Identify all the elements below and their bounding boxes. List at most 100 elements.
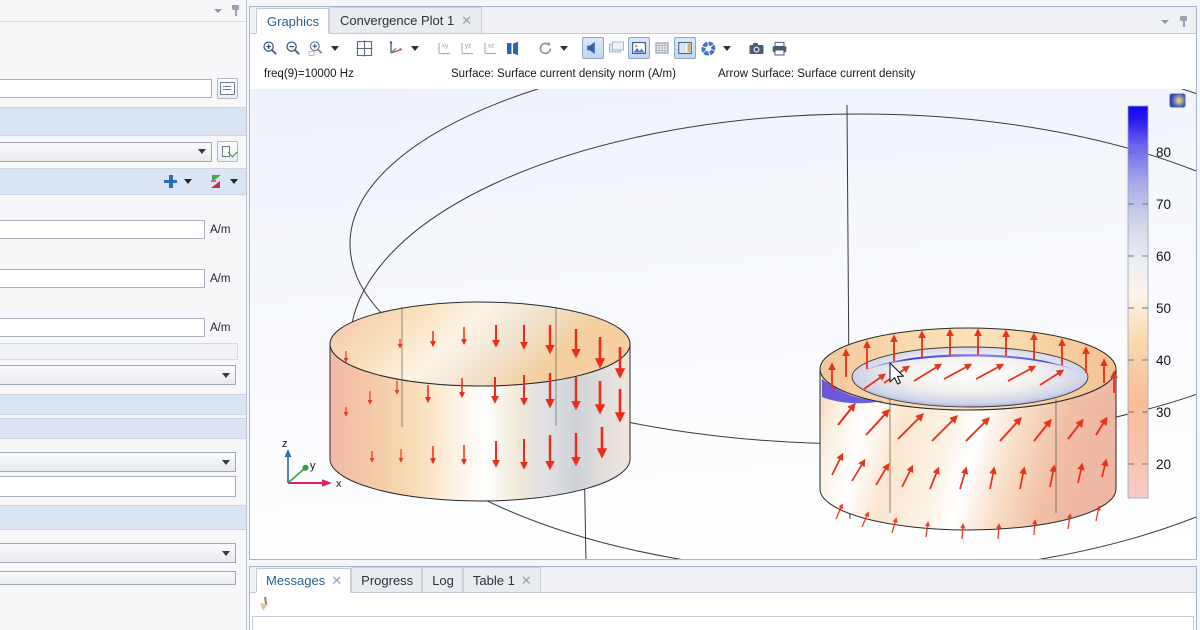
color-legend-icon xyxy=(677,40,693,56)
messages-toolbar xyxy=(250,593,1196,616)
tab-table-1[interactable]: Table 1 ✕ xyxy=(463,567,541,592)
option-select-1[interactable] xyxy=(0,365,236,385)
spacer xyxy=(0,563,246,571)
scene-snapshot-button[interactable] xyxy=(745,37,767,59)
chevron-down-icon xyxy=(560,46,568,51)
zoom-in-icon xyxy=(262,40,278,56)
transparency-button[interactable] xyxy=(697,37,719,59)
colorbar-tick-40: 40 xyxy=(1156,353,1171,368)
label-note-button[interactable] xyxy=(217,78,238,99)
select-row-1 xyxy=(0,365,246,385)
tab-messages[interactable]: Messages ✕ xyxy=(256,568,351,593)
view-orthographic-icon xyxy=(505,40,522,57)
list-select-icon xyxy=(222,146,234,158)
spacer xyxy=(0,439,246,452)
close-icon[interactable]: ✕ xyxy=(521,574,532,587)
plot-canvas[interactable]: z x y xyxy=(250,89,1196,559)
select-row-4 xyxy=(0,571,246,585)
add-button[interactable] xyxy=(163,174,178,189)
image-snapshot-button[interactable] xyxy=(628,37,650,59)
scene-light-icon xyxy=(585,40,601,56)
add-caret-icon[interactable] xyxy=(184,179,192,184)
tab-progress-label: Progress xyxy=(361,573,413,588)
value-input-3[interactable] xyxy=(0,318,205,337)
plot-scene: z x y xyxy=(250,89,1196,559)
tab-log[interactable]: Log xyxy=(422,567,463,592)
section-header-data[interactable] xyxy=(0,107,246,136)
go-to-yz-view-button[interactable]: yz xyxy=(456,37,478,59)
clear-messages-icon[interactable] xyxy=(257,596,274,613)
colorbar-tick-30: 30 xyxy=(1156,405,1171,420)
section-header-coloring[interactable] xyxy=(0,394,246,415)
go-to-zx-view-button[interactable]: xz xyxy=(479,37,501,59)
option-select-2[interactable] xyxy=(0,452,236,472)
close-icon[interactable]: ✕ xyxy=(461,14,472,27)
flag-caret-icon[interactable] xyxy=(230,179,238,184)
note-icon xyxy=(220,82,235,95)
zoom-extents-dropdown[interactable] xyxy=(328,37,341,59)
view-orthographic-button[interactable] xyxy=(502,37,524,59)
color-legend-button[interactable] xyxy=(674,37,696,59)
pin-icon[interactable] xyxy=(1179,16,1188,27)
transparency-refresh-icon xyxy=(537,40,554,57)
option-select-4[interactable] xyxy=(0,571,236,585)
chevron-down-icon[interactable] xyxy=(214,9,222,13)
label-input[interactable] xyxy=(0,79,212,98)
messages-tabstrip: Messages ✕ Progress Log Table 1 ✕ xyxy=(250,567,1196,593)
zoom-out-button[interactable] xyxy=(282,37,304,59)
spacer xyxy=(0,239,246,269)
image-snapshot-icon xyxy=(631,40,647,56)
graphics-tabstrip: Graphics Convergence Plot 1 ✕ xyxy=(250,7,1196,34)
go-to-xy-view-button[interactable]: xy xyxy=(433,37,455,59)
zoom-extents-button[interactable] xyxy=(305,37,327,59)
colorbar-tick-80: 80 xyxy=(1156,145,1171,160)
graphics-tabstrip-controls xyxy=(1161,16,1196,33)
zoom-box-button[interactable] xyxy=(353,37,375,59)
chevron-down-icon xyxy=(222,551,230,556)
scene-light-button[interactable] xyxy=(582,37,604,59)
messages-panel: Messages ✕ Progress Log Table 1 ✕ xyxy=(249,566,1197,630)
go-to-xy-view-icon: xy xyxy=(436,40,453,57)
zoom-in-button[interactable] xyxy=(259,37,281,59)
go-to-default-view-button[interactable] xyxy=(385,37,407,59)
print-button[interactable] xyxy=(768,37,790,59)
tab-convergence-plot-1[interactable]: Convergence Plot 1 ✕ xyxy=(329,7,482,33)
zoom-box-icon xyxy=(356,40,373,57)
readonly-field xyxy=(0,343,238,360)
section-header-quality[interactable] xyxy=(0,505,246,530)
mesh-grid-button[interactable] xyxy=(651,37,673,59)
tab-graphics[interactable]: Graphics xyxy=(256,8,329,34)
left-coil xyxy=(330,302,630,501)
messages-content[interactable] xyxy=(252,616,1194,630)
option-select-3[interactable] xyxy=(0,543,236,563)
section-header-style[interactable] xyxy=(0,418,246,439)
colorbar-tick-50: 50 xyxy=(1156,301,1171,316)
go-to-yz-view-icon: yz xyxy=(459,40,476,57)
chevron-down-icon xyxy=(411,46,419,51)
spacer xyxy=(0,22,246,52)
text-row-2 xyxy=(0,476,246,497)
tab-progress[interactable]: Progress xyxy=(351,567,422,592)
show-grid-button[interactable] xyxy=(605,37,627,59)
chevron-down-icon[interactable] xyxy=(1161,20,1169,24)
transparency-dropdown[interactable] xyxy=(720,37,733,59)
unit-label-2: A/m xyxy=(210,273,238,285)
color-flag-icon[interactable] xyxy=(210,175,224,189)
pin-icon[interactable] xyxy=(231,5,240,16)
spacer xyxy=(0,52,246,69)
option-text-2[interactable] xyxy=(0,476,236,497)
svg-text:yz: yz xyxy=(465,42,471,49)
default-view-dropdown[interactable] xyxy=(408,37,421,59)
label-row xyxy=(0,69,246,99)
svg-text:xz: xz xyxy=(488,42,494,49)
update-plot-button[interactable] xyxy=(534,37,556,59)
colorbar: 80 70 60 50 40 30 20 xyxy=(1128,106,1171,498)
axis-label-y: y xyxy=(310,460,316,472)
close-icon[interactable]: ✕ xyxy=(331,574,342,587)
dataset-select[interactable] xyxy=(0,142,212,162)
update-plot-dropdown[interactable] xyxy=(557,37,570,59)
dataset-list-button[interactable] xyxy=(217,141,238,162)
value-input-1[interactable] xyxy=(0,220,205,239)
select-row-2 xyxy=(0,452,246,472)
value-input-2[interactable] xyxy=(0,269,205,288)
